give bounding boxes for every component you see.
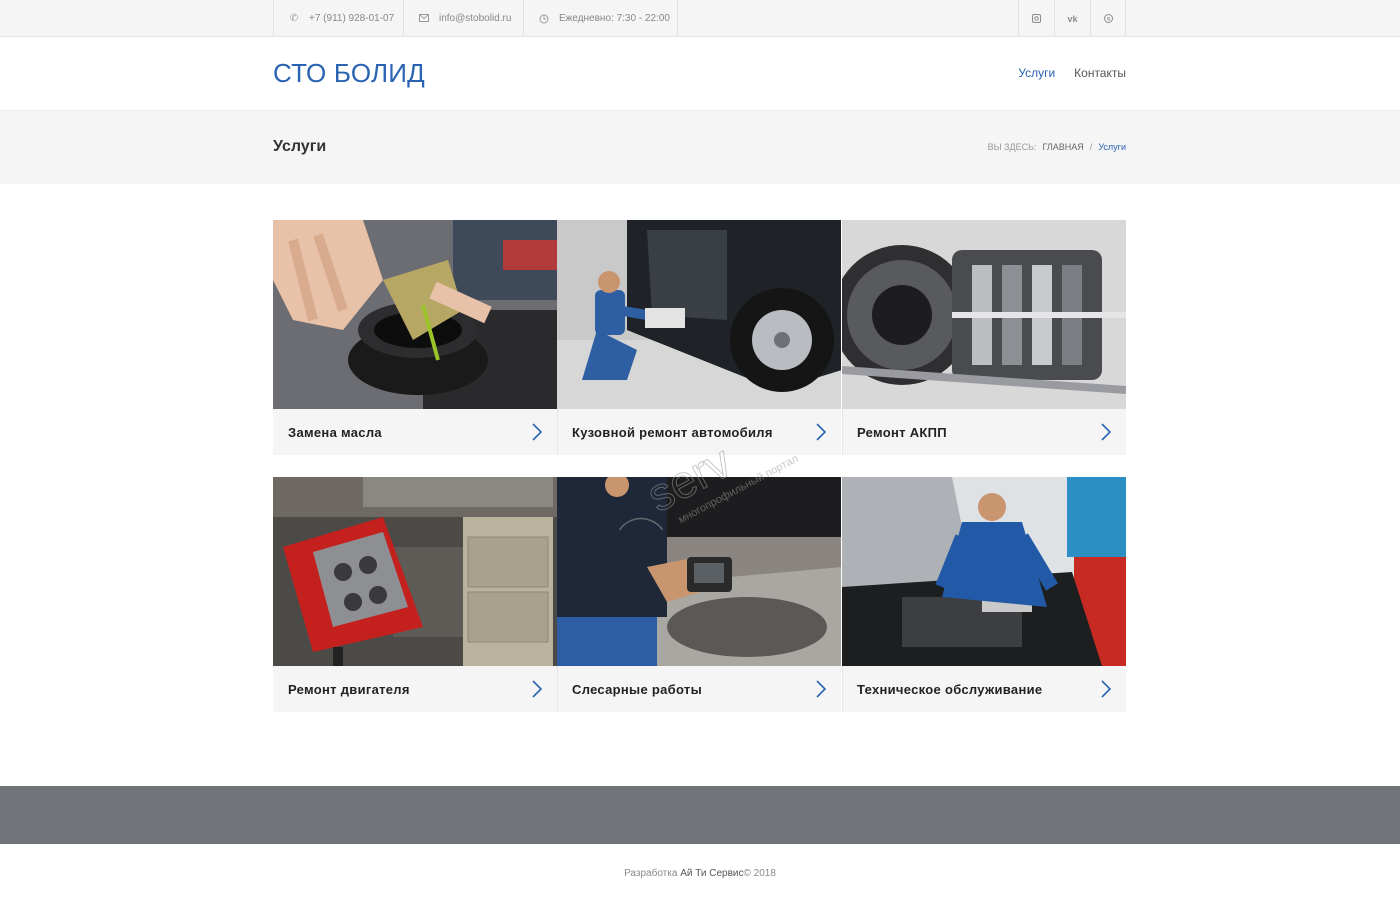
chevron-right-icon[interactable] xyxy=(529,680,545,698)
page-title-bar: Услуги ВЫ ЗДЕСЬ: ГЛАВНАЯ / Услуги xyxy=(0,111,1400,184)
mail-icon xyxy=(419,13,429,24)
footer-band xyxy=(0,786,1400,844)
chevron-right-icon[interactable] xyxy=(529,423,545,441)
service-image-transmission xyxy=(842,220,1126,409)
service-card-maintenance[interactable]: Техническое обслуживание xyxy=(842,477,1126,712)
breadcrumb-prefix: ВЫ ЗДЕСЬ: xyxy=(987,142,1037,152)
service-title[interactable]: Ремонт двигателя xyxy=(273,666,557,712)
vk-icon: vk xyxy=(1067,13,1078,24)
vk-link[interactable]: vk xyxy=(1054,0,1090,37)
breadcrumb-home[interactable]: ГЛАВНАЯ xyxy=(1043,142,1084,152)
service-card-locksmith[interactable]: Слесарные работы xyxy=(557,477,841,712)
chevron-right-icon[interactable] xyxy=(813,423,829,441)
service-title[interactable]: Замена масла xyxy=(273,409,557,455)
breadcrumb-separator: / xyxy=(1089,142,1093,152)
service-image-body-repair xyxy=(557,220,841,409)
footer-developer-link[interactable]: Ай Ти Сервис xyxy=(680,868,743,879)
service-image-oil xyxy=(273,220,557,409)
skype-icon: s xyxy=(1103,14,1113,23)
main-nav: Услуги Контакты xyxy=(1018,66,1126,80)
chevron-right-icon[interactable] xyxy=(813,680,829,698)
breadcrumb: ВЫ ЗДЕСЬ: ГЛАВНАЯ / Услуги xyxy=(988,142,1126,152)
service-card-body-repair[interactable]: Кузовной ремонт автомобиля xyxy=(557,220,841,455)
email-text: info@stobolid.ru xyxy=(439,13,512,24)
instagram-link[interactable] xyxy=(1018,0,1054,37)
service-title[interactable]: Слесарные работы xyxy=(557,666,841,712)
topbar-phone[interactable]: ✆ +7 (911) 928-01-07 xyxy=(273,0,404,37)
service-image-engine xyxy=(273,477,557,666)
service-card-engine[interactable]: Ремонт двигателя xyxy=(273,477,557,712)
phone-text: +7 (911) 928-01-07 xyxy=(309,13,395,24)
topbar-hours: Ежедневно: 7:30 - 22:00 xyxy=(523,0,678,37)
service-card-transmission[interactable]: Ремонт АКПП xyxy=(842,220,1126,455)
instagram-icon xyxy=(1032,14,1041,23)
chevron-right-icon[interactable] xyxy=(1098,423,1114,441)
chevron-right-icon[interactable] xyxy=(1098,680,1114,698)
nav-item-services[interactable]: Услуги xyxy=(1018,66,1055,80)
service-image-locksmith xyxy=(557,477,841,666)
breadcrumb-current: Услуги xyxy=(1098,142,1126,152)
topbar: ✆ +7 (911) 928-01-07 info@stobolid.ru Еж… xyxy=(0,0,1400,37)
footer-suffix: © 2018 xyxy=(743,868,776,879)
topbar-email[interactable]: info@stobolid.ru xyxy=(403,0,524,37)
clock-icon xyxy=(539,14,549,24)
footer-prefix: Разработка xyxy=(624,868,678,879)
hours-text: Ежедневно: 7:30 - 22:00 xyxy=(559,13,670,24)
service-card-oil[interactable]: Замена масла xyxy=(273,220,557,455)
service-image-maintenance xyxy=(842,477,1126,666)
skype-link[interactable]: s xyxy=(1090,0,1126,37)
service-title[interactable]: Техническое обслуживание xyxy=(842,666,1126,712)
service-title[interactable]: Кузовной ремонт автомобиля xyxy=(557,409,841,455)
service-title[interactable]: Ремонт АКПП xyxy=(842,409,1126,455)
nav-item-contacts[interactable]: Контакты xyxy=(1074,66,1126,80)
phone-icon: ✆ xyxy=(289,12,299,24)
site-logo[interactable]: СТО БОЛИД xyxy=(273,58,425,89)
footer-copyright: Разработка Ай Ти Сервис© 2018 xyxy=(0,868,1400,879)
page-title: Услуги xyxy=(273,138,327,155)
site-header: СТО БОЛИД Услуги Контакты xyxy=(0,37,1400,111)
